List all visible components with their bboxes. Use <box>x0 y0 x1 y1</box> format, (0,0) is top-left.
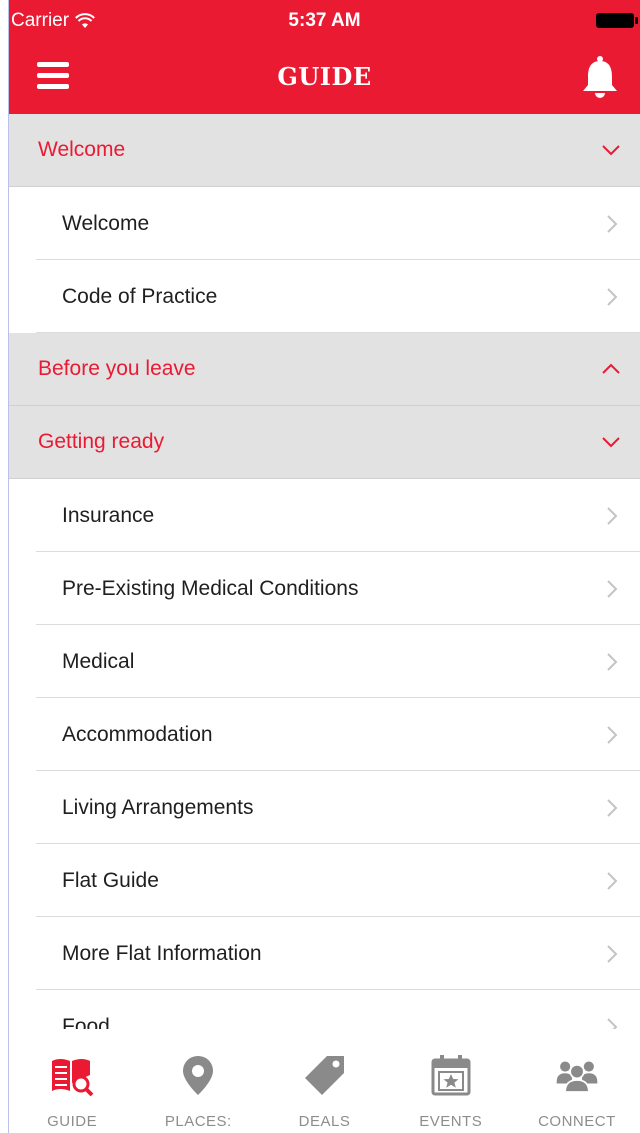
list-item-insurance[interactable]: Insurance <box>9 479 640 552</box>
tab-label: PLACES: <box>164 1113 232 1130</box>
people-group-icon <box>555 1053 599 1097</box>
list-item-living-arrangements[interactable]: Living Arrangements <box>9 771 640 844</box>
chevron-right-icon <box>600 1016 622 1029</box>
guide-book-icon <box>50 1053 94 1097</box>
tag-icon <box>303 1053 347 1097</box>
list-item-label: Pre-Existing Medical Conditions <box>62 576 359 600</box>
tab-deals[interactable]: DEALS <box>261 1029 387 1133</box>
guide-list: Welcome Welcome Code of Practice Before you… <box>9 114 640 1029</box>
calendar-star-icon <box>429 1053 473 1097</box>
tab-events[interactable]: EVENTS <box>388 1029 514 1133</box>
list-item-medical[interactable]: Medical <box>9 625 640 698</box>
bell-icon[interactable] <box>580 55 620 99</box>
battery-icon <box>596 13 638 28</box>
list-item-code-of-practice[interactable]: Code of Practice <box>9 260 640 333</box>
list-item-label: Food <box>62 1014 110 1030</box>
tab-label: DEALS <box>298 1113 351 1130</box>
tab-places[interactable]: PLACES: <box>135 1029 261 1133</box>
list-item-flat-guide[interactable]: Flat Guide <box>9 844 640 917</box>
chevron-down-icon <box>600 139 622 161</box>
chevron-right-icon <box>600 651 622 673</box>
page-title: GUIDE <box>277 62 372 91</box>
list-item-pre-existing-medical-conditions[interactable]: Pre-Existing Medical Conditions <box>9 552 640 625</box>
status-bar: Carrier 5:37 AM <box>9 0 640 40</box>
map-pin-icon <box>176 1053 220 1097</box>
chevron-right-icon <box>600 943 622 965</box>
list-item-label: Living Arrangements <box>62 795 254 819</box>
left-edge <box>0 0 9 1133</box>
nav-bar: GUIDE <box>9 40 640 114</box>
list-item-label: Accommodation <box>62 722 213 746</box>
chevron-right-icon <box>600 578 622 600</box>
tab-label: GUIDE <box>47 1113 98 1130</box>
list-item-label: Welcome <box>62 211 150 235</box>
list-item-food[interactable]: Food <box>9 990 640 1029</box>
list-item-accommodation[interactable]: Accommodation <box>9 698 640 771</box>
top-bar: Carrier 5:37 AM GUIDE <box>9 0 640 114</box>
chevron-down-icon <box>600 431 622 453</box>
section-header-label: Welcome <box>38 138 126 161</box>
chevron-right-icon <box>600 870 622 892</box>
section-header-label: Getting ready <box>38 430 165 453</box>
chevron-right-icon <box>600 797 622 819</box>
section-header-welcome[interactable]: Welcome <box>9 114 640 187</box>
tab-label: CONNECT <box>538 1113 616 1130</box>
list-item-label: Code of Practice <box>62 284 218 308</box>
tab-label: EVENTS <box>419 1113 483 1130</box>
chevron-right-icon <box>600 213 622 235</box>
section-header-label: Before you leave <box>38 357 196 380</box>
tab-guide[interactable]: GUIDE <box>9 1029 135 1133</box>
chevron-right-icon <box>600 286 622 308</box>
chevron-up-icon <box>600 358 622 380</box>
list-item-label: Medical <box>62 649 135 673</box>
chevron-right-icon <box>600 505 622 527</box>
tab-connect[interactable]: CONNECT <box>514 1029 640 1133</box>
tab-bar: GUIDE PLACES: DEALS EVENTS CONNECT <box>9 1029 640 1133</box>
list-item-label: Insurance <box>62 503 155 527</box>
list-item-welcome[interactable]: Welcome <box>9 187 640 260</box>
list-item-more-flat-information[interactable]: More Flat Information <box>9 917 640 990</box>
list-item-label: Flat Guide <box>62 868 159 892</box>
app-screen: Carrier 5:37 AM GUIDE Welcome Welcome Co… <box>0 0 640 1133</box>
section-header-before-you-leave[interactable]: Before you leave <box>9 333 640 406</box>
list-item-label: More Flat Information <box>62 941 262 965</box>
status-time: 5:37 AM <box>288 10 361 31</box>
section-header-getting-ready[interactable]: Getting ready <box>9 406 640 479</box>
chevron-right-icon <box>600 724 622 746</box>
